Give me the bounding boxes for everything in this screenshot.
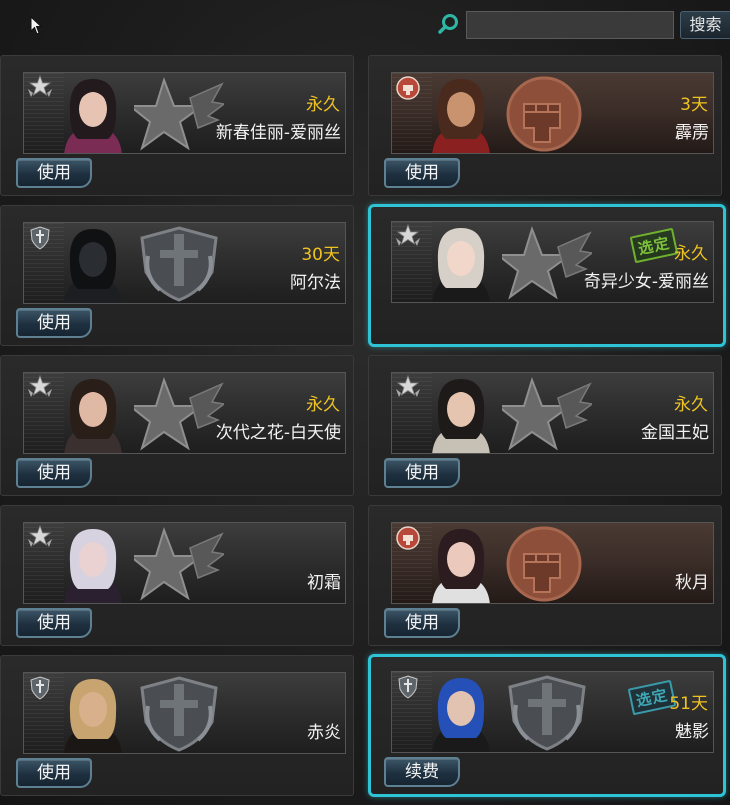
character-card[interactable]: 永久金国王妃使用	[368, 355, 722, 496]
use-button[interactable]: 使用	[16, 458, 92, 488]
character-name: 魅影	[675, 722, 709, 742]
character-banner: 30天阿尔法	[23, 222, 346, 304]
use-button[interactable]: 使用	[384, 158, 460, 188]
character-name: 新春佳丽-爱丽丝	[215, 123, 341, 143]
top-bar: 搜索	[0, 0, 730, 48]
fist-icon	[395, 75, 421, 101]
use-button[interactable]: 使用	[384, 458, 460, 488]
duration-label: 永久	[306, 395, 340, 415]
use-button[interactable]: 使用	[16, 608, 92, 638]
mouse-cursor-icon	[30, 16, 42, 35]
duration-label: 永久	[674, 395, 708, 415]
star-wings-icon	[27, 375, 53, 401]
character-name: 奇异少女-爱丽丝	[583, 272, 709, 292]
duration-label: 30天	[301, 245, 340, 265]
character-name: 秋月	[675, 573, 709, 593]
star-wings-icon	[395, 224, 421, 250]
duration-label: 3天	[680, 95, 708, 115]
character-card[interactable]: 永久次代之花-白天使使用	[0, 355, 354, 496]
character-banner: 选定 永久奇异少女-爱丽丝	[391, 221, 714, 303]
character-banner: 赤炎	[23, 672, 346, 754]
character-name: 次代之花-白天使	[215, 423, 341, 443]
character-name: 霹雳	[675, 123, 709, 143]
character-name: 初霜	[307, 573, 341, 593]
star-wings-icon	[27, 525, 53, 551]
character-banner: 初霜	[23, 522, 346, 604]
fist-emblem-icon	[502, 526, 592, 602]
character-portrait	[64, 229, 122, 303]
star-wings-icon	[395, 375, 421, 401]
search-button[interactable]: 搜索	[680, 11, 730, 39]
use-button[interactable]: 使用	[16, 758, 92, 788]
character-card[interactable]: 选定 51天 魅影 续费	[368, 654, 726, 797]
star-emblem-icon	[134, 376, 224, 452]
duration-label: 永久	[674, 244, 708, 264]
character-banner: 永久新春佳丽-爱丽丝	[23, 72, 346, 154]
character-portrait	[432, 228, 490, 302]
character-portrait	[432, 529, 490, 603]
sword-emblem-icon	[502, 675, 592, 751]
fist-icon	[395, 525, 421, 551]
duration-label: 永久	[306, 95, 340, 115]
character-banner: 永久金国王妃	[391, 372, 714, 454]
sword-shield-icon	[27, 675, 53, 701]
fist-emblem-icon	[502, 76, 592, 152]
character-card[interactable]: 3天霹雳使用	[368, 55, 722, 196]
character-portrait	[64, 529, 122, 603]
character-card[interactable]: 初霜使用	[0, 505, 354, 646]
character-portrait	[432, 79, 490, 153]
renew-button[interactable]: 续费	[384, 757, 460, 787]
star-emblem-icon	[502, 376, 592, 452]
character-card[interactable]: 赤炎使用	[0, 655, 354, 796]
duration-label: 51天	[669, 694, 708, 714]
character-name: 阿尔法	[290, 273, 341, 293]
use-button[interactable]: 使用	[384, 608, 460, 638]
star-emblem-icon	[134, 76, 224, 152]
character-banner: 3天霹雳	[391, 72, 714, 154]
star-wings-icon	[27, 75, 53, 101]
character-portrait	[64, 79, 122, 153]
use-button[interactable]: 使用	[16, 158, 92, 188]
selected-stamp: 选定	[629, 227, 679, 264]
use-button[interactable]: 使用	[16, 308, 92, 338]
character-card[interactable]: 30天阿尔法使用	[0, 205, 354, 346]
character-portrait	[64, 679, 122, 753]
character-name: 金国王妃	[641, 423, 709, 443]
character-portrait	[432, 379, 490, 453]
character-card[interactable]: 永久新春佳丽-爱丽丝使用	[0, 55, 354, 196]
character-banner: 永久次代之花-白天使	[23, 372, 346, 454]
star-emblem-icon	[134, 526, 224, 602]
search-input[interactable]	[466, 11, 674, 39]
character-portrait	[432, 678, 490, 752]
sword-shield-icon	[395, 674, 421, 700]
star-emblem-icon	[502, 225, 592, 301]
character-name: 赤炎	[307, 723, 341, 743]
character-banner: 选定 51天 魅影	[391, 671, 714, 753]
character-banner: 秋月	[391, 522, 714, 604]
search-icon[interactable]	[437, 12, 461, 36]
sword-shield-icon	[27, 225, 53, 251]
character-card[interactable]: 选定 永久奇异少女-爱丽丝	[368, 204, 726, 347]
character-card[interactable]: 秋月使用	[368, 505, 722, 646]
sword-emblem-icon	[134, 676, 224, 752]
sword-emblem-icon	[134, 226, 224, 302]
character-portrait	[64, 379, 122, 453]
